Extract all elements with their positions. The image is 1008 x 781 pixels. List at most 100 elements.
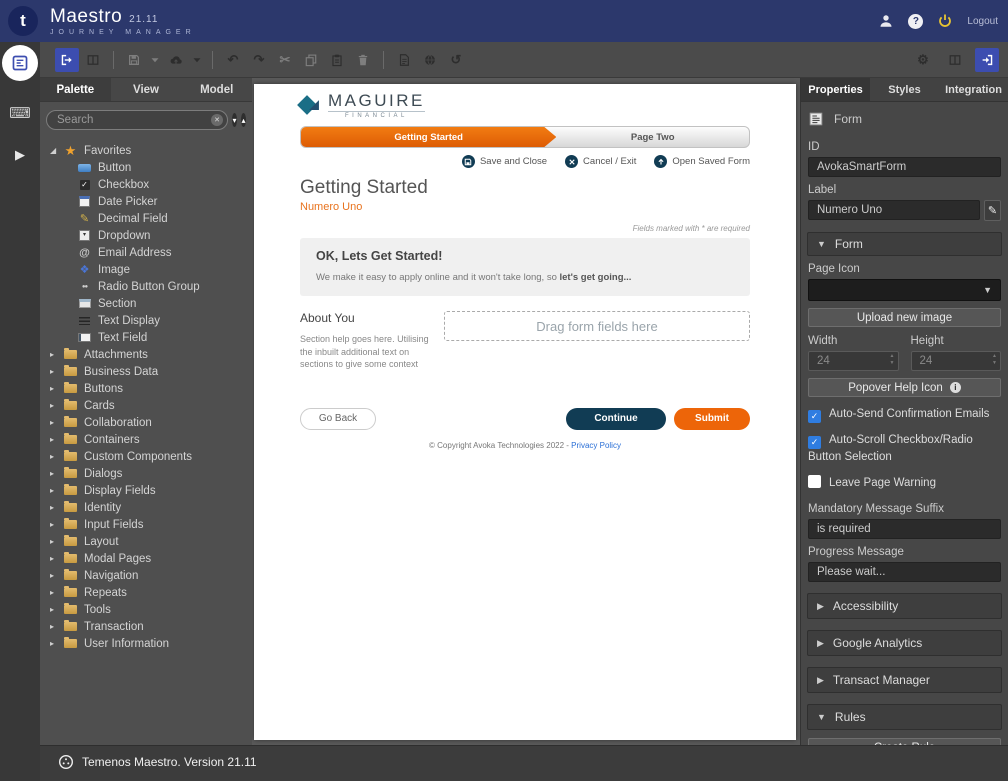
tree-folder-display-fields[interactable]: ▸Display Fields bbox=[50, 482, 252, 499]
expander-icon[interactable]: ▸ bbox=[50, 435, 62, 444]
palette-item-checkbox[interactable]: ✓Checkbox bbox=[50, 176, 252, 193]
collapse-panel-icon[interactable] bbox=[975, 48, 999, 72]
search-clear-icon[interactable]: ✕ bbox=[211, 114, 223, 126]
expander-icon[interactable]: ▸ bbox=[50, 367, 62, 376]
form-section-header[interactable]: ▼ Form bbox=[807, 232, 1002, 256]
paste-icon[interactable] bbox=[325, 48, 349, 72]
tree-folder-attachments[interactable]: ▸Attachments bbox=[50, 346, 252, 363]
tree-folder-dialogs[interactable]: ▸Dialogs bbox=[50, 465, 252, 482]
section-header-transact-manager[interactable]: ▶Transact Manager bbox=[807, 667, 1002, 693]
expander-icon[interactable]: ▸ bbox=[50, 537, 62, 546]
tab-properties[interactable]: Properties bbox=[801, 78, 870, 101]
expander-icon[interactable]: ▸ bbox=[50, 452, 62, 461]
panel-columns-icon[interactable] bbox=[943, 48, 967, 72]
save-menu-caret-icon[interactable] bbox=[148, 48, 162, 72]
mandatory-suffix-field[interactable] bbox=[808, 519, 1001, 539]
checkbox-auto-scroll-checkbox-radio-button-selection[interactable]: ✓Auto-Scroll Checkbox/Radio Button Selec… bbox=[808, 432, 1001, 466]
popover-help-icon-button[interactable]: Popover Help Icon i bbox=[808, 378, 1001, 397]
history-icon[interactable]: ↺ bbox=[444, 48, 468, 72]
progress-message-field[interactable] bbox=[808, 562, 1001, 582]
user-icon[interactable] bbox=[878, 13, 894, 29]
tree-folder-custom-components[interactable]: ▸Custom Components bbox=[50, 448, 252, 465]
logout-link[interactable]: Logout bbox=[967, 16, 998, 27]
width-input[interactable]: 24▲▼ bbox=[808, 351, 899, 371]
rules-section-header[interactable]: ▼ Rules bbox=[807, 704, 1002, 730]
tree-folder-repeats[interactable]: ▸Repeats bbox=[50, 584, 252, 601]
expander-icon[interactable]: ▸ bbox=[50, 639, 62, 648]
tree-folder-layout[interactable]: ▸Layout bbox=[50, 533, 252, 550]
tree-folder-input-fields[interactable]: ▸Input Fields bbox=[50, 516, 252, 533]
expander-icon[interactable]: ▸ bbox=[50, 401, 62, 410]
palette-item-text-display[interactable]: Text Display bbox=[50, 312, 252, 329]
palette-item-dropdown[interactable]: ▾Dropdown bbox=[50, 227, 252, 244]
save-icon[interactable] bbox=[122, 48, 146, 72]
expander-icon[interactable]: ▸ bbox=[50, 350, 62, 359]
create-rule-button[interactable]: Create Rule bbox=[808, 738, 1001, 745]
tree-folder-identity[interactable]: ▸Identity bbox=[50, 499, 252, 516]
stepper-icons[interactable]: ▲▼ bbox=[992, 353, 997, 367]
open-form-icon[interactable] bbox=[55, 48, 79, 72]
search-input[interactable] bbox=[57, 114, 211, 126]
delete-icon[interactable] bbox=[351, 48, 375, 72]
undo-icon[interactable]: ↶ bbox=[221, 48, 245, 72]
stepper-icons[interactable]: ▲▼ bbox=[890, 353, 895, 367]
checkbox-auto-send-confirmation-emails[interactable]: ✓Auto-Send Confirmation Emails bbox=[808, 406, 1001, 423]
split-view-icon[interactable] bbox=[81, 48, 105, 72]
section-header-google-analytics[interactable]: ▶Google Analytics bbox=[807, 630, 1002, 656]
expander-icon[interactable]: ▸ bbox=[50, 520, 62, 529]
tree-folder-collaboration[interactable]: ▸Collaboration bbox=[50, 414, 252, 431]
form-builder-icon[interactable] bbox=[2, 45, 38, 81]
checkbox-icon[interactable]: ✓ bbox=[808, 436, 821, 449]
play-icon[interactable]: ▶ bbox=[0, 147, 40, 163]
expander-icon[interactable]: ▸ bbox=[50, 554, 62, 563]
tree-folder-tools[interactable]: ▸Tools bbox=[50, 601, 252, 618]
collapse-all-icon[interactable]: ▾ bbox=[232, 113, 237, 127]
publish-menu-caret-icon[interactable] bbox=[190, 48, 204, 72]
checkbox-icon[interactable]: ✓ bbox=[808, 410, 821, 423]
form-preview-icon[interactable] bbox=[392, 48, 416, 72]
expander-icon[interactable]: ▸ bbox=[50, 418, 62, 427]
palette-item-date-picker[interactable]: Date Picker bbox=[50, 193, 252, 210]
search-box[interactable]: ✕ bbox=[46, 110, 228, 130]
checkbox-leave-page-warning[interactable]: Leave Page Warning bbox=[808, 475, 1001, 492]
label-field[interactable] bbox=[808, 200, 980, 220]
palette-item-button[interactable]: Button bbox=[50, 159, 252, 176]
expander-icon[interactable]: ▸ bbox=[50, 588, 62, 597]
tree-folder-transaction[interactable]: ▸Transaction bbox=[50, 618, 252, 635]
wizard-step-getting-started[interactable]: Getting Started bbox=[301, 127, 556, 147]
tree-folder-modal-pages[interactable]: ▸Modal Pages bbox=[50, 550, 252, 567]
tree-folder-navigation[interactable]: ▸Navigation bbox=[50, 567, 252, 584]
tab-integration[interactable]: Integration bbox=[939, 78, 1008, 101]
intro-panel[interactable]: OK, Lets Get Started! We make it easy to… bbox=[300, 238, 750, 296]
sidebar-tab-view[interactable]: View bbox=[111, 78, 182, 101]
render-globe-icon[interactable] bbox=[418, 48, 442, 72]
page-icon-select[interactable]: ▼ bbox=[808, 279, 1001, 301]
go-back-button[interactable]: Go Back bbox=[300, 408, 376, 430]
expander-icon[interactable]: ▸ bbox=[50, 503, 62, 512]
palette-item-radio-button-group[interactable]: ●●Radio Button Group bbox=[50, 278, 252, 295]
expander-icon[interactable]: ▸ bbox=[50, 486, 62, 495]
wizard-step-page-two[interactable]: Page Two bbox=[556, 127, 749, 147]
expander-icon[interactable]: ▸ bbox=[50, 384, 62, 393]
cut-icon[interactable]: ✂ bbox=[273, 48, 297, 72]
height-input[interactable]: 24▲▼ bbox=[911, 351, 1002, 371]
palette-item-image[interactable]: ❖Image bbox=[50, 261, 252, 278]
power-icon[interactable] bbox=[937, 13, 953, 29]
expander-icon[interactable]: ◢ bbox=[50, 146, 62, 155]
help-icon[interactable]: ? bbox=[908, 14, 923, 29]
checkbox-icon[interactable] bbox=[808, 475, 821, 488]
palette-item-section[interactable]: Section bbox=[50, 295, 252, 312]
form-fields-dropzone[interactable]: Drag form fields here bbox=[444, 311, 750, 341]
id-field[interactable] bbox=[808, 157, 1001, 177]
palette-item-email-address[interactable]: @Email Address bbox=[50, 244, 252, 261]
expander-icon[interactable]: ▸ bbox=[50, 469, 62, 478]
action-open-saved-form[interactable]: Open Saved Form bbox=[654, 155, 750, 168]
tree-folder-user-information[interactable]: ▸User Information bbox=[50, 635, 252, 652]
tree-folder-business-data[interactable]: ▸Business Data bbox=[50, 363, 252, 380]
privacy-policy-link[interactable]: Privacy Policy bbox=[571, 441, 621, 450]
tree-folder-cards[interactable]: ▸Cards bbox=[50, 397, 252, 414]
expander-icon[interactable]: ▸ bbox=[50, 571, 62, 580]
continue-button[interactable]: Continue bbox=[566, 408, 666, 430]
form-canvas[interactable]: MAGUIRE FINANCIAL Getting StartedPage Tw… bbox=[254, 84, 796, 740]
tree-node-favorites[interactable]: ◢★Favorites bbox=[50, 142, 252, 159]
